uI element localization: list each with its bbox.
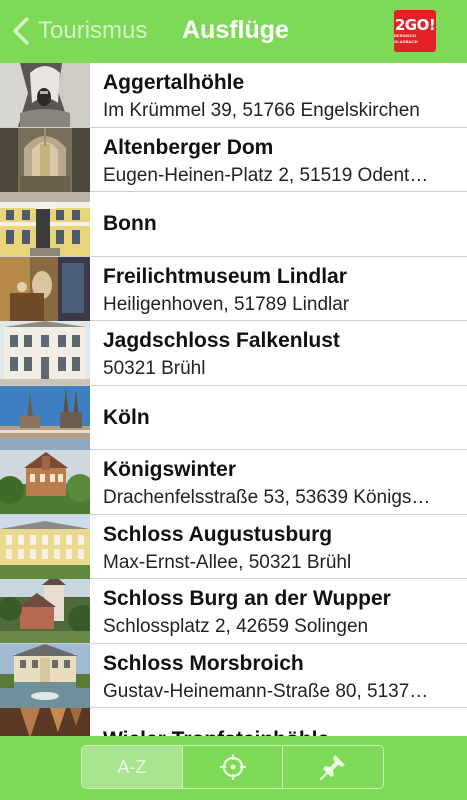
tab-pin[interactable] bbox=[283, 746, 383, 788]
item-title: Köln bbox=[103, 405, 150, 429]
pushpin-icon bbox=[320, 755, 346, 781]
list-item[interactable]: Jagdschloss Falkenlust 50321 Brühl bbox=[0, 321, 467, 386]
item-title: Bonn bbox=[103, 212, 157, 235]
list-item[interactable]: Wieler Tropfsteinhöhle bbox=[0, 708, 467, 736]
app-logo[interactable]: 2GO! BERGISCH GLADBACH bbox=[394, 10, 436, 52]
item-subtitle: Im Krümmel 39, 51766 Engelskirchen bbox=[103, 100, 420, 121]
item-subtitle: Schlossplatz 2, 42659 Solingen bbox=[103, 616, 369, 637]
list-item[interactable]: Bonn bbox=[0, 192, 467, 257]
item-subtitle: Max-Ernst-Allee, 50321 Brühl bbox=[103, 551, 352, 573]
item-subtitle: Drachenfelsstraße 53, 53639 Königswinter bbox=[103, 487, 433, 508]
chevron-left-icon bbox=[13, 17, 29, 45]
list-item[interactable]: Aggertalhöhle Im Krümmel 39, 51766 Engel… bbox=[0, 63, 467, 128]
list-item[interactable]: Köln bbox=[0, 385, 467, 450]
logo-text: 2GO! bbox=[394, 15, 436, 34]
item-subtitle: Gustav-Heinemann-Straße 80, 51377 Leverk… bbox=[103, 680, 433, 702]
item-title: Schloss Morsbroich bbox=[103, 651, 304, 675]
tab-az[interactable]: A-Z bbox=[82, 746, 183, 788]
thumbnail-dripstone-cave-image bbox=[0, 708, 90, 736]
item-title: Wieler Tropfsteinhöhle bbox=[103, 728, 329, 736]
item-title: Jagdschloss Falkenlust bbox=[103, 329, 340, 352]
list-item[interactable]: Schloss Morsbroich Gustav-Heinemann-Stra… bbox=[0, 643, 467, 708]
item-title: Schloss Burg an der Wupper bbox=[103, 587, 391, 610]
thumbnail-castle-forest-image bbox=[0, 450, 90, 514]
item-subtitle: 50321 Brühl bbox=[103, 358, 206, 379]
excursion-list: Aggertalhöhle Im Krümmel 39, 51766 Engel… bbox=[0, 63, 467, 736]
view-segmented-control: A-Z bbox=[81, 745, 384, 789]
crosshair-icon bbox=[219, 754, 246, 780]
item-title: Freilichtmuseum Lindlar bbox=[103, 264, 347, 288]
thumbnail-morsbroich-image bbox=[0, 643, 90, 708]
item-subtitle: Heiligenhoven, 51789 Lindlar bbox=[103, 293, 350, 315]
thumbnail-palace-facade-image bbox=[0, 321, 90, 385]
item-title: Altenberger Dom bbox=[103, 135, 274, 159]
item-title: Schloss Augustusburg bbox=[103, 522, 333, 546]
tab-az-label: A-Z bbox=[117, 756, 147, 777]
logo-subtext: BERGISCH GLADBACH bbox=[394, 32, 418, 44]
thumbnail-cathedral-interior-image bbox=[0, 127, 90, 192]
thumbnail-augustusburg-image bbox=[0, 514, 90, 579]
bottom-toolbar: A-Z bbox=[0, 736, 467, 800]
list-item[interactable]: Schloss Augustusburg Max-Ernst-Allee, 50… bbox=[0, 514, 467, 579]
list-item[interactable]: Königswinter Drachenfelsstraße 53, 53639… bbox=[0, 450, 467, 515]
thumbnail-cave-image bbox=[0, 63, 90, 127]
page-title: Ausflüge bbox=[182, 16, 289, 44]
back-button[interactable]: Tourismus bbox=[10, 14, 147, 48]
back-label: Tourismus bbox=[38, 17, 148, 44]
list-item[interactable]: Altenberger Dom Eugen-Heinen-Platz 2, 51… bbox=[0, 127, 467, 192]
thumbnail-schloss-burg-image bbox=[0, 579, 90, 643]
list-item[interactable]: Schloss Burg an der Wupper Schlossplatz … bbox=[0, 579, 467, 644]
list-item[interactable]: Freilichtmuseum Lindlar Heiligenhoven, 5… bbox=[0, 256, 467, 321]
thumbnail-museum-interior-image bbox=[0, 256, 90, 321]
item-title: Königswinter bbox=[103, 458, 237, 481]
navigation-bar: Tourismus Ausflüge 2GO! BERGISCH GLADBAC… bbox=[0, 0, 467, 63]
item-title: Aggertalhöhle bbox=[103, 71, 245, 94]
tab-location[interactable] bbox=[183, 746, 284, 788]
thumbnail-bonn-building-image bbox=[0, 192, 90, 256]
thumbnail-cologne-skyline-image bbox=[0, 385, 90, 450]
item-subtitle: Eugen-Heinen-Platz 2, 51519 Odenthal bbox=[103, 164, 433, 186]
